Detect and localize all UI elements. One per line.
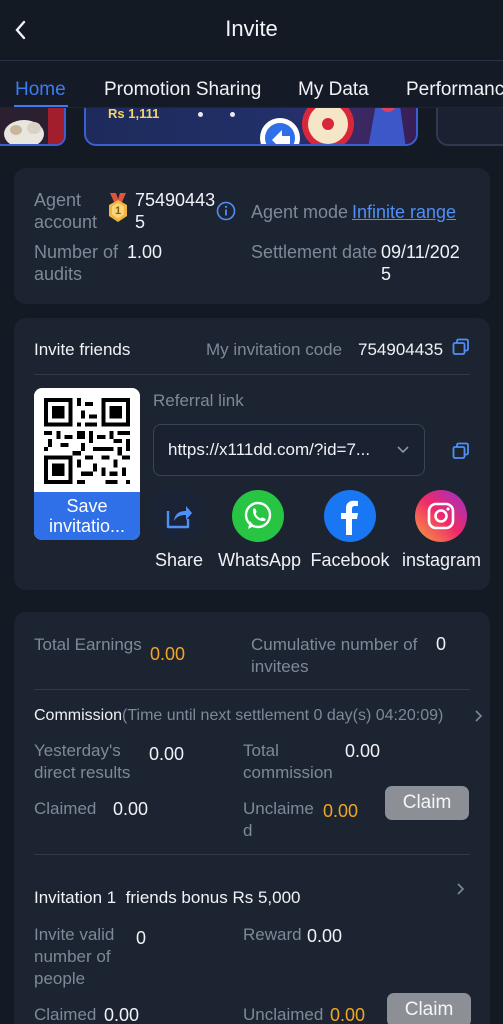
wheel-graphic [260, 108, 406, 144]
page-title: Invite [225, 16, 278, 41]
banner-slide-prev[interactable] [0, 108, 66, 146]
carousel-dot[interactable] [198, 112, 203, 117]
referral-link-label: Referral link [153, 391, 244, 410]
chevron-right-icon[interactable] [456, 882, 466, 896]
claimed-value: 0.00 [113, 799, 149, 819]
tab-home[interactable]: Home [15, 79, 66, 101]
save-invitation-button[interactable]: Save invitatio... [34, 492, 140, 540]
banner-text: Rs 1,111 [108, 108, 160, 121]
invitees-value: 0 [436, 634, 447, 654]
commission-note: (Time until next settlement 0 day(s) 04:… [122, 707, 444, 724]
referral-link-value: https://x111dd.com/?id=7... [168, 440, 371, 459]
yesterday-value: 0.00 [149, 744, 185, 764]
share-icon [153, 490, 205, 542]
instagram-icon [415, 490, 467, 542]
bonus-claimed-value: 0.00 [104, 1005, 140, 1024]
unclaimed-label: Unclaime d [243, 799, 314, 840]
yesterday-label: Yesterday's direct results [34, 741, 131, 782]
earnings-card: Total Earnings 0.00 Cumulative number of… [14, 612, 490, 1024]
banner-slide-next[interactable] [436, 108, 503, 146]
copy-icon [452, 338, 469, 355]
instagram-label: instagram [402, 550, 480, 570]
info-icon [216, 201, 236, 221]
agent-account-value: 75490443 5 [135, 190, 216, 232]
claim-bonus-button[interactable]: Claim [387, 993, 471, 1024]
mascot-image [4, 108, 64, 144]
audits-label: Number of audits [34, 242, 119, 284]
chevron-right-icon[interactable] [474, 709, 484, 723]
invite-friends-title: Invite friends [34, 340, 131, 359]
facebook-label: Facebook [310, 550, 390, 570]
carousel-dot[interactable] [230, 112, 235, 117]
copy-icon [452, 442, 469, 459]
tab-promotion-sharing[interactable]: Promotion Sharing [104, 79, 261, 101]
referral-link-field[interactable]: https://x111dd.com/?id=7... [153, 424, 425, 476]
total-commission-value: 0.00 [345, 741, 381, 761]
invitees-label: Cumulative number of invitees [251, 635, 418, 676]
share-button[interactable]: Share [152, 490, 206, 571]
info-button[interactable] [216, 201, 236, 221]
total-earnings-value: 0.00 [150, 644, 186, 664]
top-bar: Invite [0, 0, 503, 60]
total-earnings-label: Total Earnings [34, 635, 142, 654]
bonus-unclaimed-label: Unclaimed [243, 1005, 324, 1024]
copy-code-button[interactable] [452, 338, 472, 358]
whatsapp-label: WhatsApp [218, 550, 302, 570]
level-number: 1 [114, 205, 122, 217]
valid-invitees-label: Invite valid number of people [34, 925, 115, 988]
share-label: Share [154, 550, 204, 570]
agent-mode-label: Agent mode [251, 202, 349, 222]
instagram-button[interactable]: instagram [402, 490, 480, 571]
valid-invitees-value: 0 [136, 928, 147, 948]
divider [34, 689, 470, 690]
banner-slide-current[interactable]: Rs 1,111 [84, 108, 418, 146]
reward-label: Reward [243, 925, 302, 944]
reward-value: 0.00 [307, 926, 343, 946]
commission-header[interactable]: Commission(Time until next settlement 0 … [34, 705, 443, 727]
claimed-label: Claimed [34, 799, 97, 818]
bonus-title[interactable]: Invitation 1 friends bonus Rs 5,000 [34, 887, 301, 909]
whatsapp-button[interactable]: WhatsApp [218, 490, 302, 571]
tab-my-data[interactable]: My Data [298, 79, 369, 101]
audits-value: 1.00 [127, 242, 163, 262]
unclaimed-value: 0.00 [323, 801, 359, 821]
banner-carousel[interactable]: Rs 1,111 [0, 108, 503, 150]
whatsapp-icon [232, 490, 284, 542]
invitation-code-value: 754904435 [358, 340, 444, 359]
bonus-claimed-label: Claimed [34, 1005, 97, 1024]
level-badge: 1 [106, 193, 130, 223]
claim-commission-button[interactable]: Claim [385, 786, 469, 820]
qr-code-image [44, 398, 130, 484]
commission-title: Commission [34, 707, 123, 724]
tab-bar: Home Promotion Sharing My Data Performan… [0, 60, 503, 108]
agent-account-label: Agent account [34, 190, 98, 232]
facebook-icon [324, 490, 376, 542]
settlement-value: 09/11/202 5 [381, 242, 460, 284]
chevron-down-icon [397, 446, 409, 454]
qr-code-card[interactable]: Save invitatio... [34, 388, 140, 540]
total-commission-label: Total commission [243, 741, 333, 782]
divider [34, 374, 470, 375]
agent-info-card: Agent account 1 75490443 5 Agent mode In… [14, 168, 490, 304]
tab-performance[interactable]: Performance [406, 79, 503, 101]
invite-friends-card: Invite friends My invitation code 754904… [14, 318, 490, 590]
settlement-label: Settlement date [251, 242, 378, 262]
agent-mode-link[interactable]: Infinite range [352, 201, 456, 223]
facebook-button[interactable]: Facebook [310, 490, 390, 571]
divider [34, 854, 470, 855]
bonus-unclaimed-value: 0.00 [330, 1005, 366, 1024]
invitation-code-label: My invitation code [206, 340, 343, 359]
copy-link-button[interactable] [452, 442, 472, 462]
